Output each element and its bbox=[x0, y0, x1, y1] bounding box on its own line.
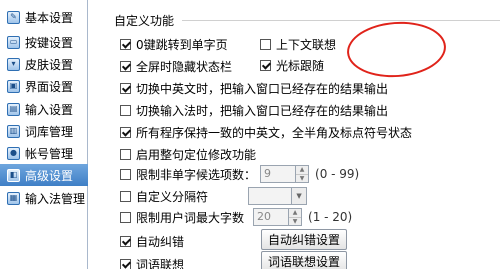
candidate-count-stepper[interactable]: 9 ▲ ▼ bbox=[260, 165, 310, 183]
sidebar-item-account[interactable]: ● 帐号管理 bbox=[0, 142, 88, 164]
option-label: 限制非单字候选项数： bbox=[136, 167, 257, 182]
option-sentence-edit[interactable]: 启用整句定位修改功能 bbox=[120, 146, 256, 163]
option-label: 自动纠错 bbox=[136, 235, 185, 249]
option-limit-user-words[interactable]: 限制用户词最大字数 20 ▲ ▼ (1 - 20) bbox=[120, 208, 352, 226]
group-divider bbox=[182, 20, 500, 21]
sidebar-item-dictionary[interactable]: ▥ 词库管理 bbox=[0, 120, 88, 142]
option-fullscreen-hide[interactable]: 全屏时隐藏状态栏 bbox=[120, 58, 232, 75]
checkbox[interactable] bbox=[120, 149, 131, 160]
option-label: 上下文联想 bbox=[276, 38, 337, 52]
sidebar-item-advanced[interactable]: ◧ 高级设置 bbox=[0, 164, 88, 186]
sidebar-item-label: 词库管理 bbox=[25, 124, 74, 139]
option-zero-jump[interactable]: 0键跳转到单字页 bbox=[120, 36, 228, 53]
sidebar-item-skin[interactable]: ▾ 皮肤设置 bbox=[0, 53, 88, 75]
sidebar-item-label: 输入法管理 bbox=[25, 191, 86, 206]
sidebar-item-label: 皮肤设置 bbox=[25, 57, 74, 72]
checkbox[interactable] bbox=[120, 168, 131, 180]
checkbox[interactable] bbox=[120, 211, 131, 223]
checkbox[interactable] bbox=[120, 236, 131, 247]
stepper-up-icon[interactable]: ▲ bbox=[296, 166, 308, 174]
option-label: 切换输入法时，把输入窗口已经存在的结果输出 bbox=[136, 104, 389, 118]
user-icon: ● bbox=[7, 146, 20, 160]
checkbox[interactable] bbox=[120, 105, 131, 116]
advanced-icon: ◧ bbox=[7, 168, 20, 182]
word-assoc-settings-button[interactable]: 词语联想设置 bbox=[261, 251, 347, 269]
option-label: 所有程序保持一致的中英文，全半角及标点符号状态 bbox=[136, 126, 413, 140]
sidebar-item-label: 输入设置 bbox=[25, 102, 74, 117]
candidate-count-range: (0 - 99) bbox=[315, 167, 360, 181]
input-icon: ▤ bbox=[7, 102, 20, 116]
option-label: 0键跳转到单字页 bbox=[136, 38, 228, 52]
sidebar-item-label: 基本设置 bbox=[25, 10, 74, 25]
chevron-down-icon[interactable]: ▼ bbox=[292, 187, 308, 205]
option-auto-correct[interactable]: 自动纠错 bbox=[120, 233, 184, 250]
stepper-arrows[interactable]: ▲ ▼ bbox=[296, 165, 310, 183]
user-word-length-stepper[interactable]: 20 ▲ ▼ bbox=[253, 208, 303, 226]
highlight-annotation bbox=[345, 18, 448, 81]
checkbox[interactable] bbox=[260, 60, 271, 71]
stepper-down-icon[interactable]: ▼ bbox=[296, 174, 309, 183]
option-all-programs[interactable]: 所有程序保持一致的中英文，全半角及标点符号状态 bbox=[120, 124, 412, 141]
option-label: 自定义分隔符 bbox=[136, 189, 209, 204]
user-word-length-range: (1 - 20) bbox=[308, 210, 353, 224]
option-cursor-follow[interactable]: 光标跟随 bbox=[260, 57, 324, 74]
advanced-settings-panel: 自定义功能 0键跳转到单字页 上下文联想 全屏时隐藏状态栏 光标跟随 切换中英文… bbox=[98, 0, 500, 269]
option-switch-cn-en[interactable]: 切换中英文时，把输入窗口已经存在的结果输出 bbox=[120, 80, 388, 97]
user-word-length-value[interactable]: 20 bbox=[253, 208, 290, 226]
option-updown-assoc[interactable]: 上下文联想 bbox=[260, 36, 336, 53]
sidebar-item-interface[interactable]: ▣ 界面设置 bbox=[0, 75, 88, 97]
sidebar-item-label: 高级设置 bbox=[25, 168, 74, 183]
option-switch-ime[interactable]: 切换输入法时，把输入窗口已经存在的结果输出 bbox=[120, 102, 388, 119]
window-icon: ▣ bbox=[7, 79, 20, 93]
option-label: 限制用户词最大字数 bbox=[136, 210, 245, 225]
sidebar-item-basic[interactable]: ✎ 基本设置 bbox=[0, 6, 88, 28]
option-label: 启用整句定位修改功能 bbox=[136, 148, 257, 162]
option-limit-candidates[interactable]: 限制非单字候选项数： 9 ▲ ▼ (0 - 99) bbox=[120, 165, 359, 183]
sidebar-item-keys[interactable]: ▭ 按键设置 bbox=[0, 31, 88, 53]
dictionary-icon: ▥ bbox=[7, 124, 20, 138]
separator-value[interactable] bbox=[248, 187, 293, 205]
option-custom-separator[interactable]: 自定义分隔符 ▼ bbox=[120, 187, 308, 205]
checkbox[interactable] bbox=[120, 39, 131, 50]
sidebar-item-label: 按键设置 bbox=[25, 35, 74, 50]
stepper-down-icon[interactable]: ▼ bbox=[289, 217, 302, 226]
option-label: 词语联想 bbox=[136, 258, 185, 269]
sidebar-item-label: 界面设置 bbox=[25, 79, 74, 94]
option-label: 切换中英文时，把输入窗口已经存在的结果输出 bbox=[136, 82, 389, 96]
stepper-up-icon[interactable]: ▲ bbox=[289, 209, 301, 217]
option-label: 光标跟随 bbox=[276, 59, 325, 73]
checkbox[interactable] bbox=[120, 83, 131, 94]
checkbox[interactable] bbox=[120, 127, 131, 138]
sidebar-nav: ✎ 基本设置 ▭ 按键设置 ▾ 皮肤设置 ▣ 界面设置 ▤ 输入设置 ▥ 词库管… bbox=[0, 0, 88, 269]
checkbox[interactable] bbox=[120, 61, 131, 72]
stepper-arrows[interactable]: ▲ ▼ bbox=[289, 208, 303, 226]
option-label: 全屏时隐藏状态栏 bbox=[136, 60, 233, 74]
sidebar-item-input[interactable]: ▤ 输入设置 bbox=[0, 98, 88, 120]
shirt-icon: ▾ bbox=[7, 57, 20, 71]
sidebar-item-ime-manager[interactable]: ▦ 输入法管理 bbox=[0, 187, 88, 209]
keyboard-icon: ▭ bbox=[7, 35, 20, 49]
option-word-assoc[interactable]: 词语联想 bbox=[120, 256, 184, 269]
wrench-icon: ✎ bbox=[7, 10, 20, 24]
ime-manager-icon: ▦ bbox=[7, 191, 20, 205]
checkbox[interactable] bbox=[260, 39, 271, 50]
auto-correct-settings-button[interactable]: 自动纠错设置 bbox=[261, 229, 347, 250]
separator-combo[interactable]: ▼ bbox=[248, 187, 308, 205]
checkbox[interactable] bbox=[120, 259, 131, 269]
group-title: 自定义功能 bbox=[114, 14, 175, 28]
checkbox[interactable] bbox=[120, 190, 131, 202]
candidate-count-value[interactable]: 9 bbox=[260, 165, 297, 183]
sidebar-item-label: 帐号管理 bbox=[25, 146, 74, 161]
